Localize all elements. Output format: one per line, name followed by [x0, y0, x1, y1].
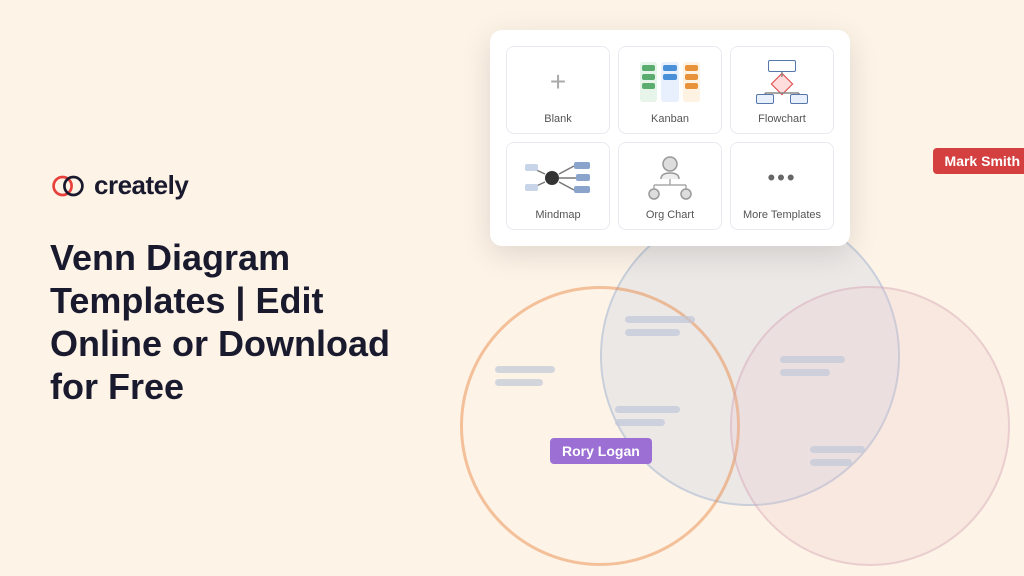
template-label-kanban: Kanban [651, 113, 689, 125]
brand-name: creately [94, 170, 188, 201]
template-label-more: More Templates [743, 209, 821, 221]
ellipsis-icon: ••• [767, 165, 796, 191]
flowchart-lines-svg [752, 60, 812, 104]
plus-icon: + [550, 66, 566, 98]
blank-icon-area: + [523, 57, 593, 107]
mark-smith-badge: Mark Smith [933, 148, 1024, 174]
template-label-orgchart: Org Chart [646, 209, 694, 221]
venn-lines-left [495, 366, 555, 392]
venn-circle-pink [730, 286, 1010, 566]
more-icon-area: ••• [747, 153, 817, 203]
kanban-icon [640, 62, 700, 102]
template-item-kanban[interactable]: Kanban [618, 46, 722, 134]
venn-lines-right [780, 356, 845, 382]
template-item-orgchart[interactable]: Org Chart [618, 142, 722, 230]
mindmap-icon-area [523, 153, 593, 203]
template-label-mindmap: Mindmap [535, 209, 580, 221]
kanban-icon-area [635, 57, 705, 107]
rory-logan-badge: Rory Logan [550, 438, 652, 464]
page-headline: Venn Diagram Templates | Edit Online or … [50, 236, 410, 409]
flowchart-icon [752, 60, 812, 104]
template-item-flowchart[interactable]: Flowchart [730, 46, 834, 134]
orgchart-icon-area [635, 153, 705, 203]
venn-lines-center-top [625, 316, 695, 342]
template-label-blank: Blank [544, 113, 572, 125]
template-label-flowchart: Flowchart [758, 113, 806, 125]
template-item-more[interactable]: ••• More Templates [730, 142, 834, 230]
venn-circle-orange [460, 286, 740, 566]
left-section: creately Venn Diagram Templates | Edit O… [0, 128, 460, 449]
orgchart-icon [640, 155, 700, 201]
creately-logo-icon [50, 168, 86, 204]
venn-lines-right-bottom [810, 446, 865, 472]
flowchart-icon-area [747, 57, 817, 107]
template-grid: + Blank [506, 46, 834, 230]
mindmap-icon [524, 156, 592, 200]
right-section: + Blank [460, 0, 1024, 576]
template-item-blank[interactable]: + Blank [506, 46, 610, 134]
template-panel: + Blank [490, 30, 850, 246]
logo-area: creately [50, 168, 410, 204]
venn-lines-center-mid [615, 406, 680, 432]
template-item-mindmap[interactable]: Mindmap [506, 142, 610, 230]
